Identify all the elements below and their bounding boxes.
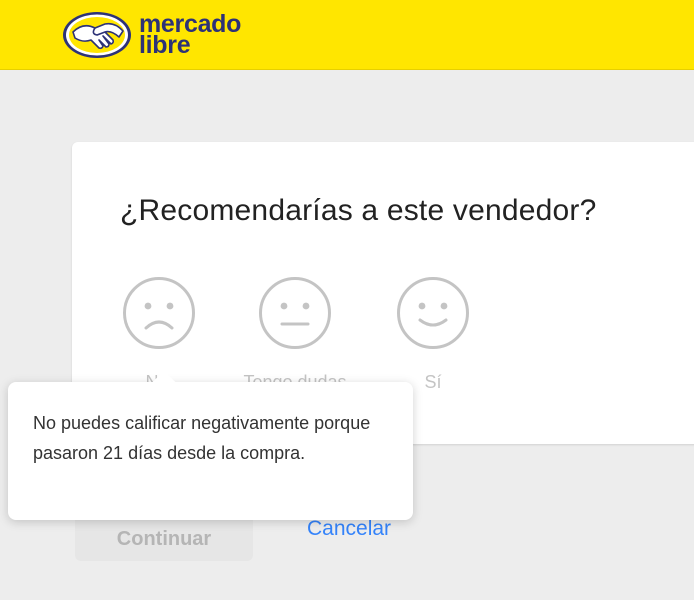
tooltip-message: No puedes calificar negativamente porque…	[33, 413, 371, 463]
continue-button-label: Continuar	[116, 528, 212, 550]
restriction-tooltip: No puedes calificar negativamente porque…	[8, 370, 413, 520]
sad-face-icon	[123, 277, 195, 349]
brand-line-2: libre	[139, 31, 191, 59]
brand-name: mercado libre	[139, 12, 241, 59]
question-title: ¿Recomendarías a este vendedor?	[120, 194, 597, 227]
mercadolibre-logo[interactable]: mercado libre	[61, 8, 241, 62]
top-header: mercado libre	[0, 0, 694, 70]
happy-face-icon	[397, 277, 469, 349]
handshake-logo-icon	[63, 12, 131, 58]
cancel-link[interactable]: Cancelar	[307, 517, 391, 541]
neutral-face-icon	[259, 277, 331, 349]
